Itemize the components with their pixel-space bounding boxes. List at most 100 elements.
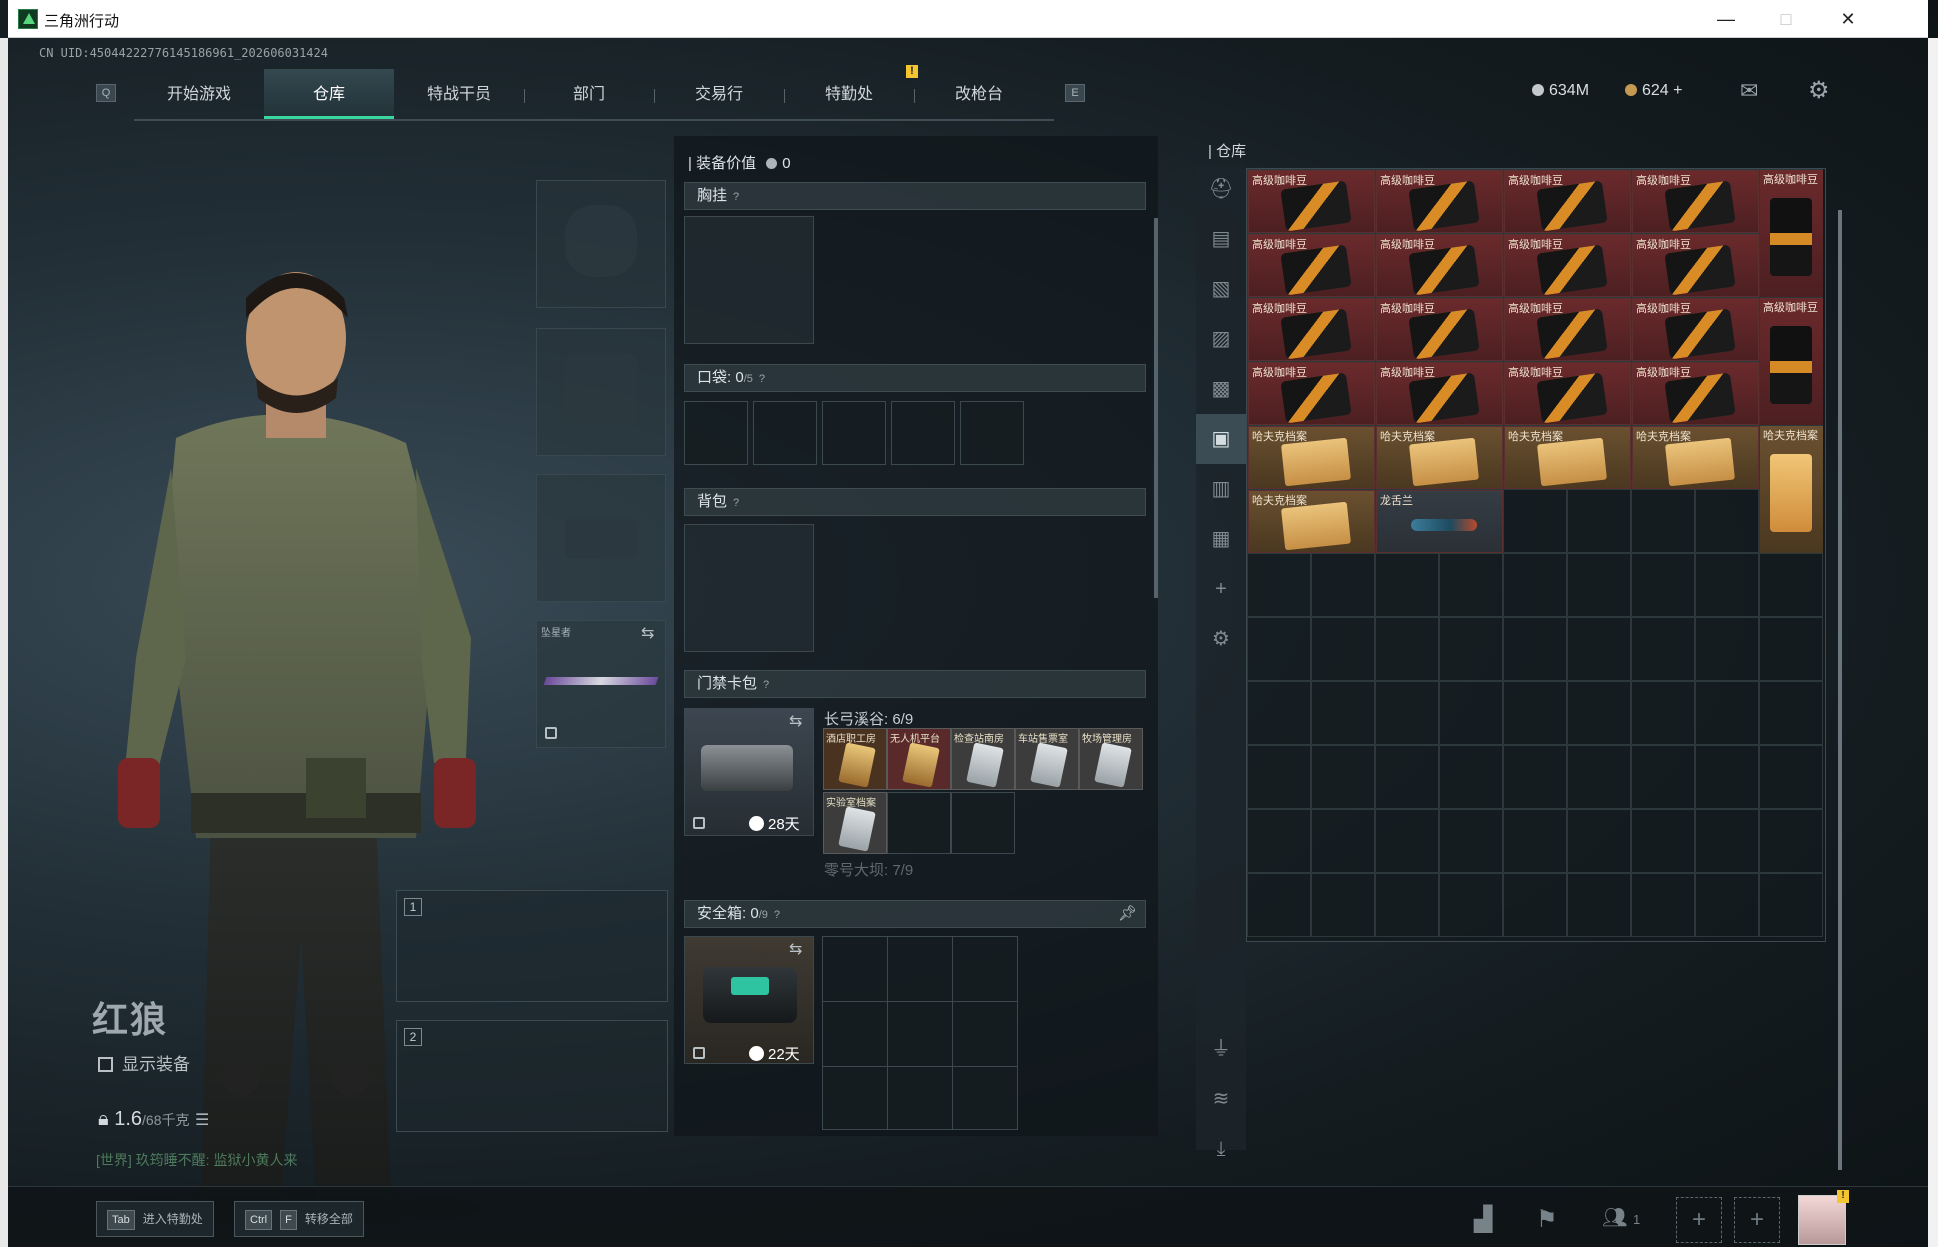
grid-cell[interactable] — [1631, 873, 1695, 937]
maximize-button[interactable]: □ — [1758, 4, 1814, 34]
grid-cell[interactable] — [1631, 617, 1695, 681]
grid-cell[interactable] — [1503, 873, 1567, 937]
help-icon[interactable]: ? — [759, 366, 765, 392]
keycard-item[interactable]: 牧场管理房 — [1079, 728, 1143, 790]
pocket-slot[interactable] — [960, 401, 1024, 465]
warehouse-item[interactable]: 高级咖啡豆 — [1504, 362, 1631, 425]
grid-cell[interactable] — [1247, 809, 1311, 873]
grid-cell[interactable] — [1695, 809, 1759, 873]
enter-special-ops-button[interactable]: Tab 进入特勤处 — [96, 1201, 214, 1237]
warehouse-item[interactable]: 哈夫克档案 — [1760, 426, 1823, 553]
category-weapon-1-icon[interactable]: ▤ — [1196, 214, 1246, 264]
help-icon[interactable]: ? — [763, 672, 769, 698]
chest-rig-slot[interactable] — [684, 216, 814, 344]
grid-cell[interactable] — [1567, 873, 1631, 937]
player-avatar[interactable]: ! — [1798, 1190, 1849, 1245]
grid-cell[interactable] — [1567, 745, 1631, 809]
armor-slot[interactable] — [536, 328, 666, 456]
grid-cell[interactable] — [1375, 745, 1439, 809]
token-balance[interactable]: 624 + — [1625, 82, 1683, 100]
show-equipment-toggle[interactable]: 显示装备 — [98, 1050, 190, 1075]
grid-cell[interactable] — [1311, 681, 1375, 745]
close-button[interactable]: ✕ — [1820, 4, 1876, 34]
keycard-item[interactable]: 实验室档案 — [823, 792, 887, 854]
settings-gear-icon[interactable]: ⚙ — [1808, 76, 1830, 105]
grid-cell[interactable] — [1503, 489, 1567, 553]
grid-cell[interactable] — [1439, 745, 1503, 809]
grid-cell[interactable] — [1503, 745, 1567, 809]
primary-weapon-slot-1[interactable]: 1 — [396, 890, 668, 1002]
tab-department[interactable]: 部门 — [524, 69, 654, 119]
grid-cell[interactable] — [1759, 873, 1823, 937]
warehouse-item[interactable]: 高级咖啡豆 — [1376, 234, 1503, 297]
grid-cell[interactable] — [1631, 745, 1695, 809]
add-category-icon[interactable]: + — [1196, 564, 1246, 614]
category-settings-icon[interactable]: ⚙ — [1196, 614, 1246, 664]
grid-cell[interactable] — [1375, 873, 1439, 937]
safe-box-slot[interactable]: ⇆ 22天 — [684, 936, 814, 1064]
grid-cell[interactable] — [1375, 617, 1439, 681]
category-collectibles-icon[interactable]: ▣ — [1196, 414, 1246, 464]
grid-cell[interactable] — [1567, 681, 1631, 745]
grid-cell[interactable] — [1311, 809, 1375, 873]
tab-start-game[interactable]: 开始游戏 — [134, 69, 264, 119]
grid-cell[interactable] — [1375, 681, 1439, 745]
grid-cell[interactable] — [1311, 873, 1375, 937]
warehouse-item[interactable]: 高级咖啡豆 — [1632, 170, 1759, 233]
squad-icon[interactable]: 👥︎ 1 — [1602, 1205, 1640, 1230]
grid-cell[interactable] — [1695, 873, 1759, 937]
keycard-item[interactable]: 酒店职工房 — [823, 728, 887, 790]
tab-warehouse[interactable]: 仓库 — [264, 69, 394, 119]
primary-weapon-slot-2[interactable]: 2 — [396, 1020, 668, 1132]
list-icon[interactable]: ☰ — [195, 1112, 209, 1129]
grid-cell[interactable] — [1503, 681, 1567, 745]
warehouse-item[interactable]: 高级咖啡豆 — [1248, 362, 1375, 425]
grid-cell[interactable] — [1567, 553, 1631, 617]
tab-operators[interactable]: 特战干员 — [394, 69, 524, 119]
transfer-icon[interactable]: ⤓ — [1196, 1124, 1246, 1174]
warehouse-item[interactable]: 高级咖啡豆 — [1248, 170, 1375, 233]
panel-scrollbar[interactable] — [1154, 218, 1158, 598]
backpack-slot[interactable] — [684, 524, 814, 652]
grid-cell[interactable] — [1247, 873, 1311, 937]
keycard-slot-empty[interactable] — [951, 792, 1015, 854]
minimize-button[interactable]: — — [1698, 4, 1754, 34]
help-icon[interactable]: ? — [774, 902, 780, 928]
grid-cell[interactable] — [1503, 553, 1567, 617]
warehouse-item[interactable]: 高级咖啡豆 — [1632, 362, 1759, 425]
grid-cell[interactable] — [1375, 809, 1439, 873]
warehouse-item[interactable]: 高级咖啡豆 — [1632, 298, 1759, 361]
warehouse-item[interactable]: 哈夫克档案 — [1632, 426, 1759, 489]
category-weapon-3-icon[interactable]: ▨ — [1196, 314, 1246, 364]
warehouse-item[interactable]: 哈夫克档案 — [1248, 426, 1375, 489]
safe-box-grid[interactable] — [822, 936, 1018, 1130]
grid-cell[interactable] — [1311, 745, 1375, 809]
warehouse-item[interactable]: 龙舌兰 — [1376, 490, 1503, 553]
grid-cell[interactable] — [1439, 873, 1503, 937]
grid-cell[interactable] — [1695, 681, 1759, 745]
grid-cell[interactable] — [1439, 681, 1503, 745]
keycard-case-slot[interactable]: ⇆ 28天 — [684, 708, 814, 836]
warehouse-item[interactable]: 高级咖啡豆 — [1248, 234, 1375, 297]
pin-icon[interactable]: 📌︎ — [1118, 901, 1137, 927]
grid-cell[interactable] — [1247, 681, 1311, 745]
pocket-slot[interactable] — [684, 401, 748, 465]
pistol-slot[interactable] — [536, 474, 666, 602]
warehouse-item[interactable]: 高级咖啡豆 — [1504, 298, 1631, 361]
category-weapon-2-icon[interactable]: ▧ — [1196, 264, 1246, 314]
pocket-slot[interactable] — [822, 401, 886, 465]
world-chat-message[interactable]: [世界] 玖筠睡不醒: 监狱小黄人来 — [96, 1150, 297, 1170]
stats-chart-icon[interactable]: ▟ — [1474, 1205, 1492, 1234]
pocket-slot[interactable] — [753, 401, 817, 465]
grid-cell[interactable] — [1503, 809, 1567, 873]
help-icon[interactable]: ? — [733, 490, 739, 516]
keycard-item[interactable]: 检查站南房 — [951, 728, 1015, 790]
grid-cell[interactable] — [1759, 745, 1823, 809]
category-weapon-6-icon[interactable]: ▦ — [1196, 514, 1246, 564]
grid-cell[interactable] — [1375, 553, 1439, 617]
warehouse-scrollbar[interactable] — [1838, 210, 1842, 1170]
grid-cell[interactable] — [1439, 617, 1503, 681]
warehouse-item[interactable]: 高级咖啡豆 — [1376, 170, 1503, 233]
nav-next-key[interactable]: E — [1065, 84, 1085, 102]
add-currency-button[interactable]: + — [1673, 82, 1682, 99]
